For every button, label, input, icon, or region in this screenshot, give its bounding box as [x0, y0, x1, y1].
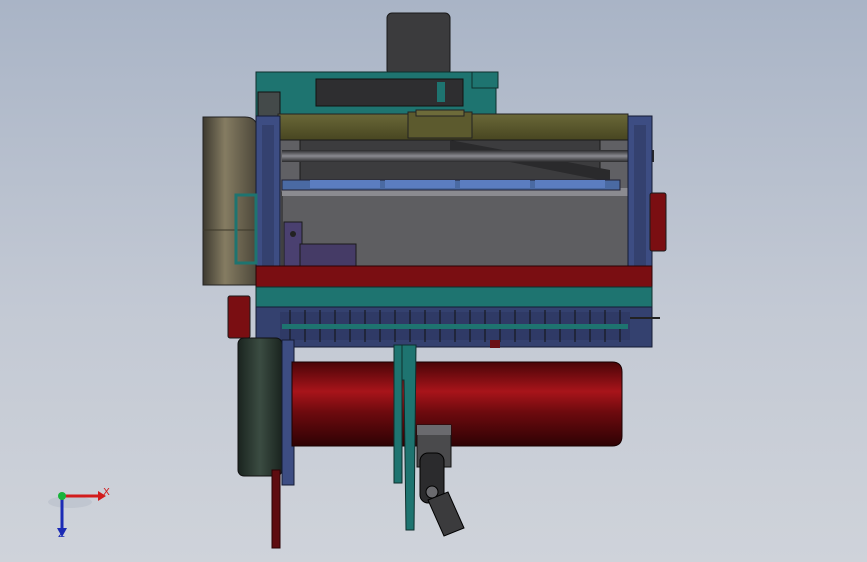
machine-assembly[interactable]	[0, 0, 867, 562]
side-drive-motor[interactable]	[202, 116, 259, 286]
red-clamp-bar[interactable]	[255, 265, 653, 289]
upper-crossbeam[interactable]	[277, 109, 629, 143]
right-side-frame[interactable]	[627, 115, 667, 289]
3d-model-viewport[interactable]: X Z	[0, 0, 867, 562]
red-roller-cylinder[interactable]	[291, 361, 623, 447]
triad-axes	[48, 491, 106, 537]
guide-rod[interactable]	[282, 150, 654, 162]
left-red-tab[interactable]	[227, 295, 251, 339]
x-axis-label: X	[103, 487, 110, 498]
top-motor-block[interactable]	[386, 12, 451, 76]
teal-hanger-strip[interactable]	[393, 344, 417, 531]
teal-base-plate[interactable]	[255, 286, 653, 308]
coordinate-triad[interactable]: X Z	[44, 480, 124, 550]
fan-housing[interactable]	[237, 337, 295, 486]
z-axis-label: Z	[58, 529, 65, 540]
feeder-comb[interactable]	[255, 306, 660, 348]
guide-rails	[281, 179, 621, 191]
top-mount-plate[interactable]	[255, 71, 499, 117]
y-axis-dot	[58, 492, 66, 500]
drain-rod	[271, 469, 281, 549]
